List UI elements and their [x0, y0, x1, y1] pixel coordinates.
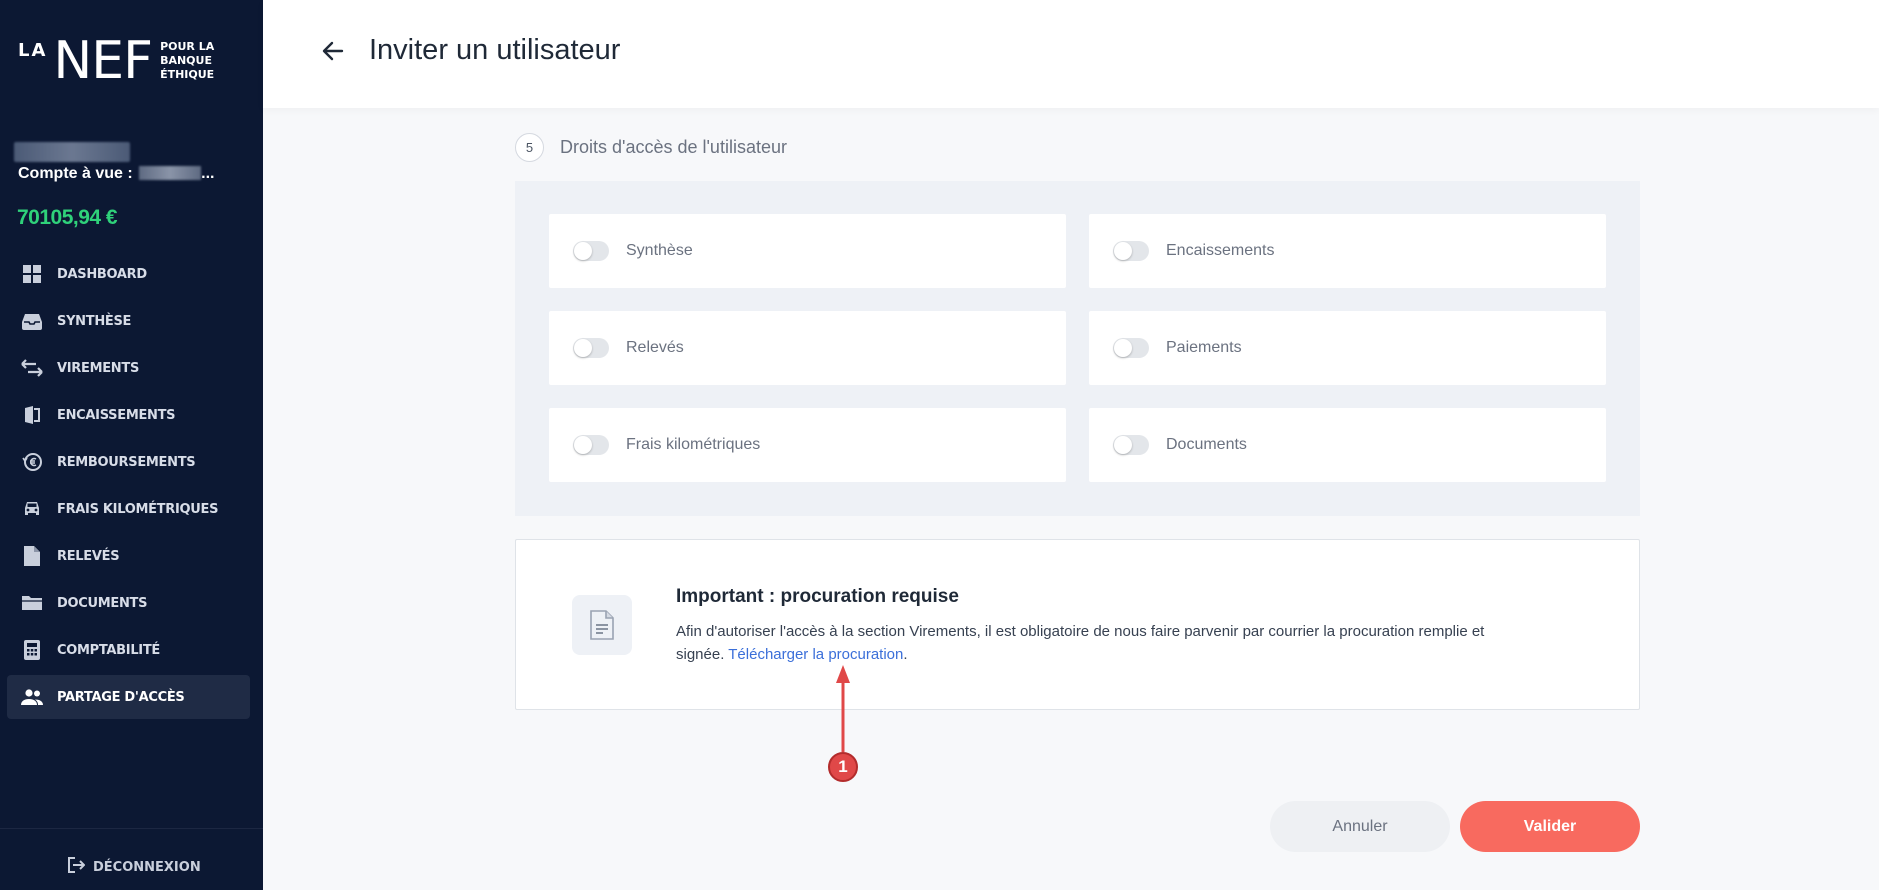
sidebar: LA NEF POUR LA BANQUE ÉTHIQUE Compte à v… [0, 0, 263, 890]
page-header: Inviter un utilisateur [263, 0, 1879, 108]
sidebar-item-remboursements[interactable]: REMBOURSEMENTS [7, 440, 250, 484]
logo-tagline-line: POUR LA [160, 40, 215, 53]
logo-tagline-line: ÉTHIQUE [160, 68, 215, 81]
account-selector[interactable]: Compte à vue : ... [18, 165, 214, 183]
logout-button[interactable]: DÉCONNEXION [67, 856, 201, 879]
right-label: Frais kilométriques [626, 436, 761, 453]
inbox-icon [21, 310, 43, 332]
download-procuration-link[interactable]: Télécharger la procuration [728, 646, 903, 663]
step-title: Droits d'accès de l'utilisateur [560, 137, 787, 157]
sidebar-item-label: REMBOURSEMENTS [57, 454, 196, 470]
cash-in-icon [21, 404, 43, 426]
toggle-switch[interactable] [573, 435, 609, 455]
car-icon [21, 498, 43, 520]
right-card-documents[interactable]: Documents [1089, 408, 1606, 482]
right-label: Encaissements [1166, 242, 1275, 259]
toggle-switch[interactable] [573, 241, 609, 261]
euro-refund-icon [21, 451, 43, 473]
sidebar-item-label: FRAIS KILOMÉTRIQUES [57, 501, 219, 517]
sidebar-item-label: PARTAGE D'ACCÈS [57, 689, 185, 705]
sidebar-item-label: VIREMENTS [57, 360, 140, 376]
cancel-button[interactable]: Annuler [1270, 801, 1450, 852]
transfer-icon [21, 357, 43, 379]
redacted-account-holder [14, 142, 130, 162]
redacted-account-number [139, 166, 202, 180]
toggle-switch[interactable] [573, 338, 609, 358]
account-suffix: ... [201, 165, 215, 182]
right-label: Synthèse [626, 242, 693, 259]
toggle-switch[interactable] [1113, 435, 1149, 455]
sidebar-item-frais-kilometriques[interactable]: FRAIS KILOMÉTRIQUES [7, 487, 250, 531]
logo-tagline-line: BANQUE [160, 54, 212, 67]
important-title: Important : procuration requise [676, 586, 959, 607]
sidebar-item-releves[interactable]: RELEVÉS [7, 534, 250, 578]
right-label: Relevés [626, 339, 684, 356]
logout-icon [67, 856, 86, 879]
right-card-paiements[interactable]: Paiements [1089, 311, 1606, 385]
sidebar-item-dashboard[interactable]: DASHBOARD [7, 252, 250, 296]
sidebar-item-label: RELEVÉS [57, 548, 120, 564]
important-notice: Important : procuration requise Afin d'a… [515, 539, 1640, 710]
logout-label: DÉCONNEXION [93, 860, 201, 875]
right-label: Documents [1166, 436, 1247, 453]
right-card-synthese[interactable]: Synthèse [549, 214, 1066, 288]
logo-nef: NEF [53, 31, 153, 91]
important-after-link: . [903, 646, 908, 663]
toggle-switch[interactable] [1113, 241, 1149, 261]
sidebar-item-label: COMPTABILITÉ [57, 642, 160, 658]
logo-la: LA [18, 40, 48, 61]
toggle-switch[interactable] [1113, 338, 1149, 358]
sidebar-item-label: DOCUMENTS [57, 595, 148, 611]
important-text: Afin d'autoriser l'accès à la section Vi… [676, 620, 1536, 666]
access-rights-panel: Synthèse Encaissements Relevés Paiements… [515, 181, 1640, 516]
sidebar-item-virements[interactable]: VIREMENTS [7, 346, 250, 390]
sidebar-item-comptabilite[interactable]: COMPTABILITÉ [7, 628, 250, 672]
la-nef-logo[interactable]: LA NEF POUR LA BANQUE ÉTHIQUE [18, 31, 214, 91]
annotation-badge: 1 [828, 752, 858, 782]
right-card-frais-kilometriques[interactable]: Frais kilométriques [549, 408, 1066, 482]
sidebar-item-label: ENCAISSEMENTS [57, 407, 176, 423]
document-icon [572, 595, 632, 655]
grid-icon [21, 263, 43, 285]
back-arrow-icon[interactable] [320, 38, 346, 64]
step-number: 5 [515, 133, 544, 162]
account-balance: 70105,94 € [17, 206, 118, 229]
sidebar-item-documents[interactable]: DOCUMENTS [7, 581, 250, 625]
sidebar-nav: DASHBOARD SYNTHÈSE VIREMENTS ENCAISSEMEN… [7, 252, 250, 722]
sidebar-item-label: SYNTHÈSE [57, 313, 132, 329]
sidebar-item-encaissements[interactable]: ENCAISSEMENTS [7, 393, 250, 437]
right-label: Paiements [1166, 339, 1242, 356]
users-icon [21, 686, 43, 708]
submit-button[interactable]: Valider [1460, 801, 1640, 852]
folder-icon [21, 592, 43, 614]
right-card-encaissements[interactable]: Encaissements [1089, 214, 1606, 288]
account-label: Compte à vue : [18, 165, 133, 182]
right-card-releves[interactable]: Relevés [549, 311, 1066, 385]
calculator-icon [21, 639, 43, 661]
page-title: Inviter un utilisateur [369, 34, 621, 66]
sidebar-item-synthese[interactable]: SYNTHÈSE [7, 299, 250, 343]
sidebar-item-partage-acces[interactable]: PARTAGE D'ACCÈS [7, 675, 250, 719]
file-icon [21, 545, 43, 567]
sidebar-item-label: DASHBOARD [57, 266, 147, 282]
step-heading: 5 Droits d'accès de l'utilisateur [515, 133, 787, 162]
logo-tagline: POUR LA BANQUE ÉTHIQUE [160, 40, 214, 82]
